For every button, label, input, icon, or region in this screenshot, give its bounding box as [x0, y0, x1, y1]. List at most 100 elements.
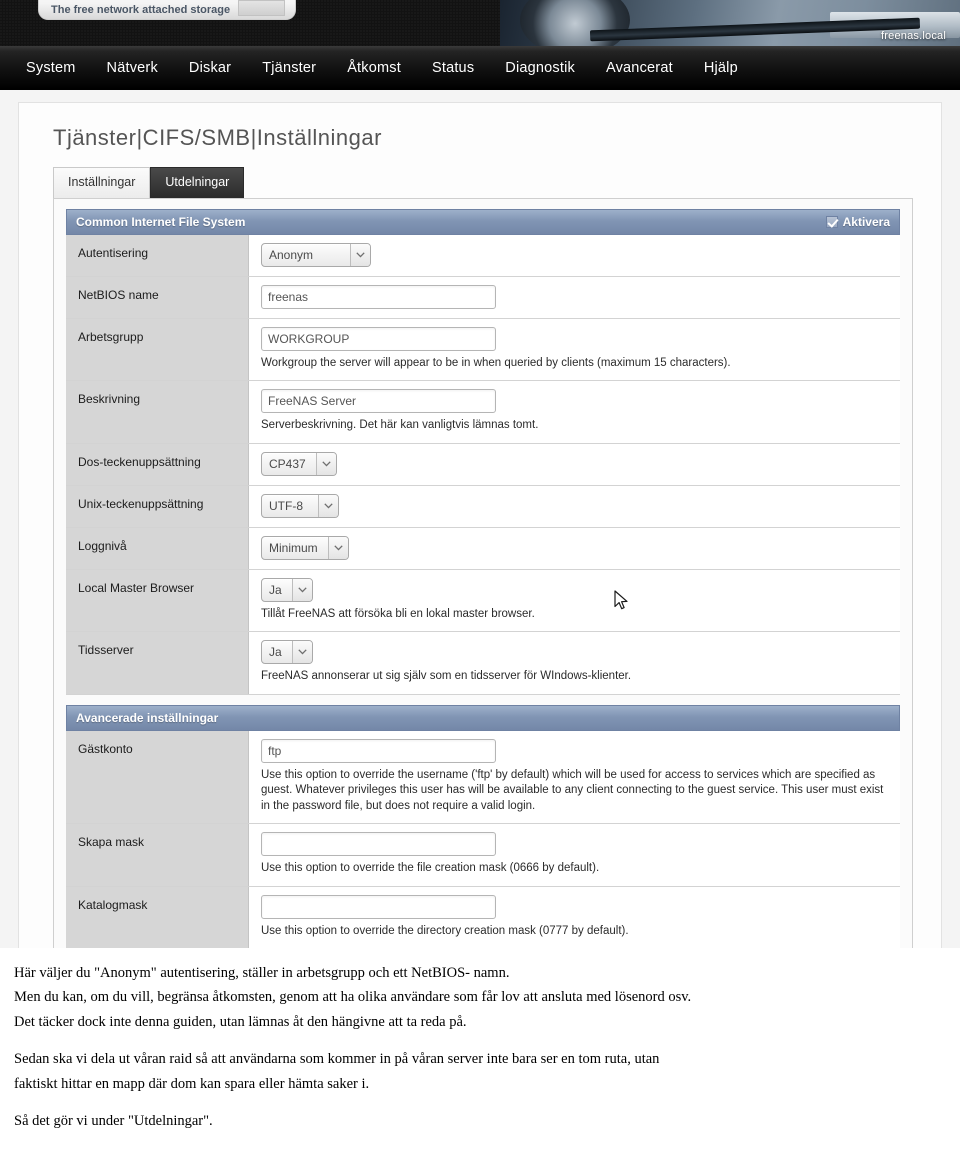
- enable-toggle[interactable]: Aktivera: [825, 214, 890, 229]
- nav-item-diagnostik[interactable]: Diagnostik: [505, 60, 575, 76]
- table-row: Arbetsgrupp Workgroup the server will ap…: [66, 318, 900, 382]
- screenshot-bottom-edge: [0, 948, 960, 952]
- tab-installningar[interactable]: Inställningar: [53, 167, 151, 198]
- row-field-beskrivning: Serverbeskrivning. Det här kan vanligtvi…: [249, 381, 900, 443]
- section-header-cifs: Common Internet File System Aktivera: [66, 208, 900, 235]
- select-tidsserver[interactable]: Ja: [261, 640, 313, 665]
- select-unix-charset[interactable]: UTF-8: [261, 493, 339, 518]
- hint-local-master-browser: Tillåt FreeNAS att försöka bli en lokal …: [261, 607, 535, 620]
- nav-item-hjalp[interactable]: Hjälp: [704, 60, 738, 76]
- row-label-loggniva: Loggnivå: [66, 527, 249, 569]
- row-label-local-master-browser: Local Master Browser: [66, 569, 249, 632]
- nav-item-diskar[interactable]: Diskar: [189, 60, 231, 76]
- nav-item-atkomst[interactable]: Åtkomst: [347, 60, 401, 76]
- row-field-skapa-mask: Use this option to override the file cre…: [249, 824, 900, 886]
- logo-tagline: The free network attached storage: [51, 4, 231, 16]
- select-value-loggniva: Minimum: [269, 540, 318, 555]
- table-row: Tidsserver Ja FreeNAS annonserar ut sig …: [66, 632, 900, 695]
- nav-item-tjanster[interactable]: Tjänster: [262, 60, 316, 76]
- table-row: NetBIOS name: [66, 276, 900, 319]
- section-title-advanced: Avancerade inställningar: [76, 710, 219, 725]
- chevron-down-icon: [315, 452, 336, 475]
- description-input[interactable]: [261, 389, 496, 414]
- hint-katalogmask: Use this option to override the director…: [261, 924, 629, 937]
- hostname-label: freenas.local: [881, 30, 946, 42]
- section-header-advanced: Avancerade inställningar: [66, 704, 900, 731]
- table-row: Gästkonto Use this option to override th…: [66, 730, 900, 825]
- freenas-logo[interactable]: The free network attached storage: [38, 0, 296, 20]
- chevron-down-icon: [350, 243, 370, 266]
- logo-swatch-icon: [238, 0, 285, 16]
- hint-arbetsgrupp: Workgroup the server will appear to be i…: [261, 356, 731, 369]
- chevron-down-icon: [318, 494, 338, 517]
- nav-item-system[interactable]: System: [26, 60, 76, 76]
- article-text: Här väljer du "Anonym" autentisering, st…: [0, 952, 960, 1133]
- tab-bar: Inställningar Utdelningar: [53, 167, 913, 198]
- guest-account-input[interactable]: [261, 738, 496, 763]
- paragraph-3: Det täcker dock inte denna guiden, utan …: [14, 1013, 467, 1030]
- hint-gastkonto: Use this option to override the username…: [261, 768, 884, 812]
- table-row: Local Master Browser Ja Tillåt FreeNAS a…: [66, 569, 900, 633]
- select-value-local-master-browser: Ja: [269, 582, 282, 597]
- main-navigation: System Nätverk Diskar Tjänster Åtkomst S…: [0, 46, 960, 90]
- table-row: Beskrivning Serverbeskrivning. Det här k…: [66, 381, 900, 444]
- paragraph-5: faktiskt hittar en mapp där dom kan spar…: [14, 1075, 370, 1092]
- chevron-down-icon: [291, 641, 312, 664]
- row-label-skapa-mask: Skapa mask: [66, 824, 249, 886]
- paragraph-2: Men du kan, om du vill, begränsa åtkomst…: [14, 989, 692, 1006]
- chevron-down-icon: [327, 536, 348, 559]
- settings-panel: Common Internet File System Aktivera Aut…: [53, 197, 913, 952]
- paragraph-6: Så det gör vi under "Utdelningar".: [14, 1113, 213, 1130]
- select-value-autentisering: Anonym: [269, 247, 314, 262]
- row-field-dos-charset: CP437: [249, 443, 900, 485]
- row-field-local-master-browser: Ja Tillåt FreeNAS att försöka bli en lok…: [249, 569, 900, 632]
- row-label-tidsserver: Tidsserver: [66, 632, 249, 694]
- row-label-autentisering: Autentisering: [66, 234, 249, 276]
- row-label-unix-charset: Unix-teckenuppsättning: [66, 485, 249, 527]
- row-field-katalogmask: Use this option to override the director…: [249, 886, 900, 949]
- row-field-autentisering: Anonym: [249, 234, 900, 276]
- select-local-master-browser[interactable]: Ja: [261, 577, 313, 602]
- app-banner: The free network attached storage freena…: [0, 0, 960, 46]
- netbios-name-input[interactable]: [261, 284, 496, 309]
- workgroup-input[interactable]: [261, 326, 496, 351]
- select-dos-charset[interactable]: CP437: [261, 451, 337, 476]
- directory-mask-input[interactable]: [261, 894, 496, 919]
- row-field-unix-charset: UTF-8: [249, 485, 900, 527]
- row-field-loggniva: Minimum: [249, 527, 900, 569]
- row-label-beskrivning: Beskrivning: [66, 381, 249, 443]
- select-loggniva[interactable]: Minimum: [261, 535, 349, 560]
- select-value-dos-charset: CP437: [269, 456, 306, 471]
- paragraph-4: Sedan ska vi dela ut våran raid så att a…: [14, 1051, 660, 1068]
- hint-skapa-mask: Use this option to override the file cre…: [261, 862, 600, 875]
- table-row: Unix-teckenuppsättning UTF-8: [66, 485, 900, 528]
- row-label-arbetsgrupp: Arbetsgrupp: [66, 318, 249, 381]
- select-value-unix-charset: UTF-8: [269, 498, 303, 513]
- select-autentisering[interactable]: Anonym: [261, 242, 371, 267]
- nav-item-status[interactable]: Status: [432, 60, 474, 76]
- table-row: Autentisering Anonym: [66, 234, 900, 277]
- table-row: Skapa mask Use this option to override t…: [66, 824, 900, 887]
- row-label-gastkonto: Gästkonto: [66, 730, 249, 824]
- paragraph-1: Här väljer du "Anonym" autentisering, st…: [14, 965, 510, 981]
- tab-utdelningar[interactable]: Utdelningar: [150, 167, 245, 198]
- table-row: Loggnivå Minimum: [66, 527, 900, 570]
- checkbox-checked-icon[interactable]: [825, 215, 838, 228]
- nav-item-avancerat[interactable]: Avancerat: [606, 60, 673, 76]
- select-value-tidsserver: Ja: [269, 645, 282, 660]
- table-row: Dos-teckenuppsättning CP437: [66, 443, 900, 486]
- hint-tidsserver: FreeNAS annonserar ut sig själv som en t…: [261, 670, 632, 683]
- row-label-netbios-name: NetBIOS name: [66, 276, 249, 318]
- enable-label: Aktivera: [842, 214, 890, 229]
- page-title: Tjänster|CIFS/SMB|Inställningar: [53, 125, 382, 150]
- nav-item-natverk[interactable]: Nätverk: [107, 60, 158, 76]
- create-mask-input[interactable]: [261, 832, 496, 857]
- row-field-gastkonto: Use this option to override the username…: [249, 730, 900, 824]
- row-label-dos-charset: Dos-teckenuppsättning: [66, 443, 249, 485]
- section-title-cifs: Common Internet File System: [76, 214, 246, 229]
- embedded-screenshot: The free network attached storage freena…: [0, 0, 960, 952]
- row-field-tidsserver: Ja FreeNAS annonserar ut sig själv som e…: [249, 632, 900, 694]
- page-background: Tjänster|CIFS/SMB|Inställningar Inställn…: [0, 90, 960, 952]
